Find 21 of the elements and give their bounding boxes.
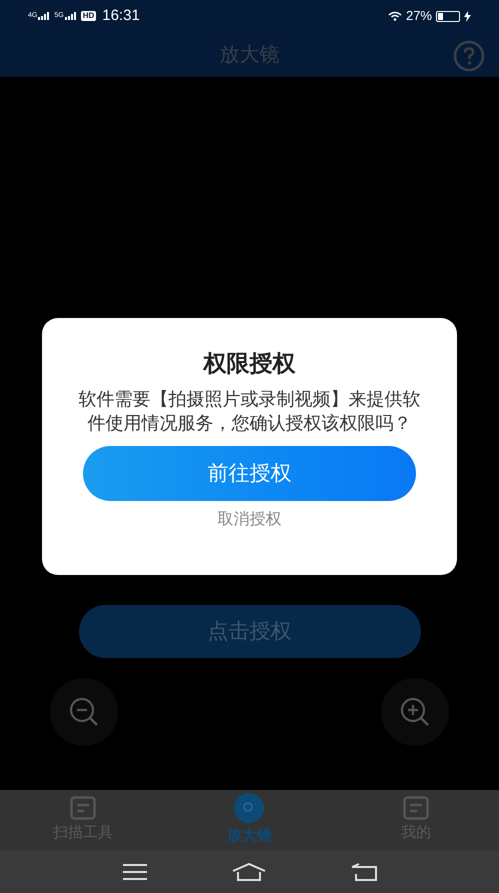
battery-icon (436, 10, 460, 22)
dialog-title: 权限授权 (204, 349, 296, 378)
zoom-in-icon (399, 696, 431, 728)
zoom-out-icon (68, 696, 100, 728)
back-icon[interactable] (350, 862, 376, 880)
tab[interactable]: 放大镜 (166, 790, 333, 850)
battery-percent: 27% (406, 7, 432, 26)
signal-icon (64, 12, 77, 20)
signal-icon (38, 12, 50, 20)
document-icon (70, 796, 96, 820)
clock: 16:31 (102, 6, 140, 26)
document-icon (402, 796, 429, 820)
cancel-button[interactable]: 取消授权 (218, 508, 282, 532)
hd-badge: HD (80, 11, 96, 21)
menu-icon[interactable] (122, 864, 146, 880)
wifi-icon (388, 11, 402, 21)
charging-icon (464, 10, 471, 22)
home-icon[interactable] (232, 862, 266, 880)
magnifier-icon (234, 792, 264, 823)
confirm-button[interactable]: 前往授权 (83, 446, 416, 501)
dialog-message: 软件需要【拍摄照片或录制视频】来提供软件使用情况服务，您确认授权该权限吗？ (78, 388, 422, 435)
